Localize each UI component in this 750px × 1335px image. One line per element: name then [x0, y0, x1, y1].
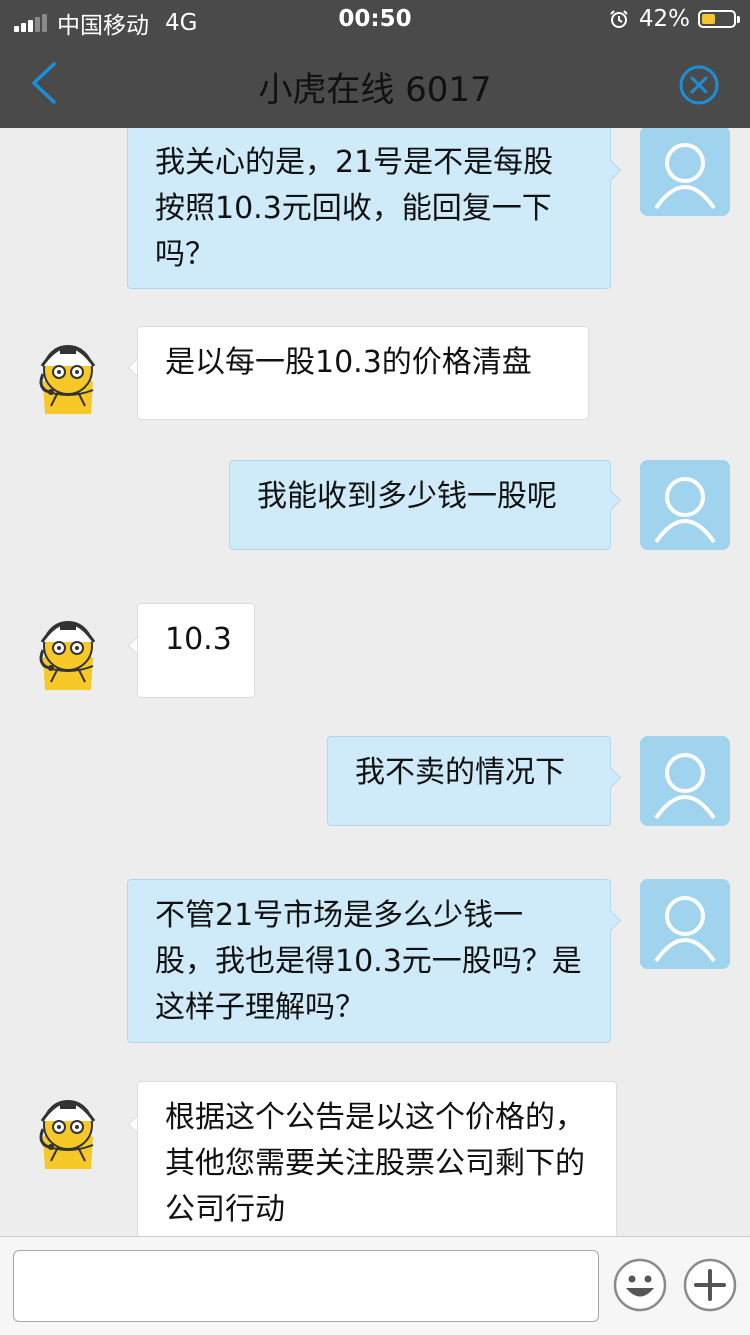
message-outgoing: 我关心的是，21号是不是每股按照10.3元回收，能回复一下吗？ [0, 128, 750, 293]
message-text: 10.3 [165, 622, 232, 657]
tiger-avatar-icon[interactable] [23, 330, 113, 420]
message-outgoing: 我不卖的情况下 [0, 736, 750, 828]
battery-icon [698, 10, 740, 28]
tiger-avatar-icon[interactable] [23, 606, 113, 696]
message-text: 我关心的是，21号是不是每股按照10.3元回收，能回复一下吗？ [155, 145, 554, 272]
plus-icon[interactable] [682, 1257, 738, 1313]
battery-fill [702, 14, 715, 24]
user-avatar-icon[interactable] [640, 736, 730, 826]
message-bubble[interactable]: 根据这个公告是以这个价格的，其他您需要关注股票公司剩下的公司行动 [137, 1081, 617, 1236]
chat-area[interactable]: 我关心的是，21号是不是每股按照10.3元回收，能回复一下吗？ 是以每一股10.… [0, 128, 750, 1236]
message-incoming: 10.3 [0, 602, 750, 698]
message-bubble[interactable]: 我关心的是，21号是不是每股按照10.3元回收，能回复一下吗？ [127, 128, 611, 289]
chat-title: 小虎在线 6017 [258, 70, 492, 110]
message-bubble[interactable]: 不管21号市场是多么少钱一股，我也是得10.3元一股吗？是这样子理解吗？ [127, 879, 611, 1043]
input-bar [0, 1236, 750, 1335]
message-bubble[interactable]: 10.3 [137, 603, 255, 698]
message-text: 根据这个公告是以这个价格的，其他您需要关注股票公司剩下的公司行动 [165, 1100, 585, 1227]
message-text: 我不卖的情况下 [355, 755, 565, 790]
user-avatar-icon[interactable] [640, 879, 730, 969]
message-text: 我能收到多少钱一股呢 [257, 479, 557, 514]
message-incoming: 根据这个公告是以这个价格的，其他您需要关注股票公司剩下的公司行动 [0, 1081, 750, 1236]
nav-bar: 小虎在线 6017 [0, 40, 750, 128]
message-input[interactable] [13, 1250, 599, 1322]
emoji-icon[interactable] [612, 1257, 668, 1313]
close-circle-icon[interactable] [678, 64, 720, 106]
battery-cap [737, 16, 740, 23]
message-text: 不管21号市场是多么少钱一股，我也是得10.3元一股吗？是这样子理解吗？ [155, 898, 582, 1025]
message-bubble[interactable]: 是以每一股10.3的价格清盘 [137, 326, 589, 420]
tiger-avatar-icon[interactable] [23, 1085, 113, 1175]
status-right: 42% [609, 6, 740, 32]
battery-percent: 42% [638, 6, 690, 32]
status-bar: 中国移动 4G 00:50 42% [0, 0, 750, 40]
message-bubble[interactable]: 我能收到多少钱一股呢 [229, 460, 611, 550]
message-incoming: 是以每一股10.3的价格清盘 [0, 326, 750, 422]
message-bubble[interactable]: 我不卖的情况下 [327, 736, 611, 826]
alarm-icon [610, 10, 628, 28]
message-outgoing: 我能收到多少钱一股呢 [0, 459, 750, 551]
message-text: 是以每一股10.3的价格清盘 [165, 345, 532, 380]
message-outgoing: 不管21号市场是多么少钱一股，我也是得10.3元一股吗？是这样子理解吗？ [0, 879, 750, 1044]
user-avatar-icon[interactable] [640, 128, 730, 216]
user-avatar-icon[interactable] [640, 460, 730, 550]
